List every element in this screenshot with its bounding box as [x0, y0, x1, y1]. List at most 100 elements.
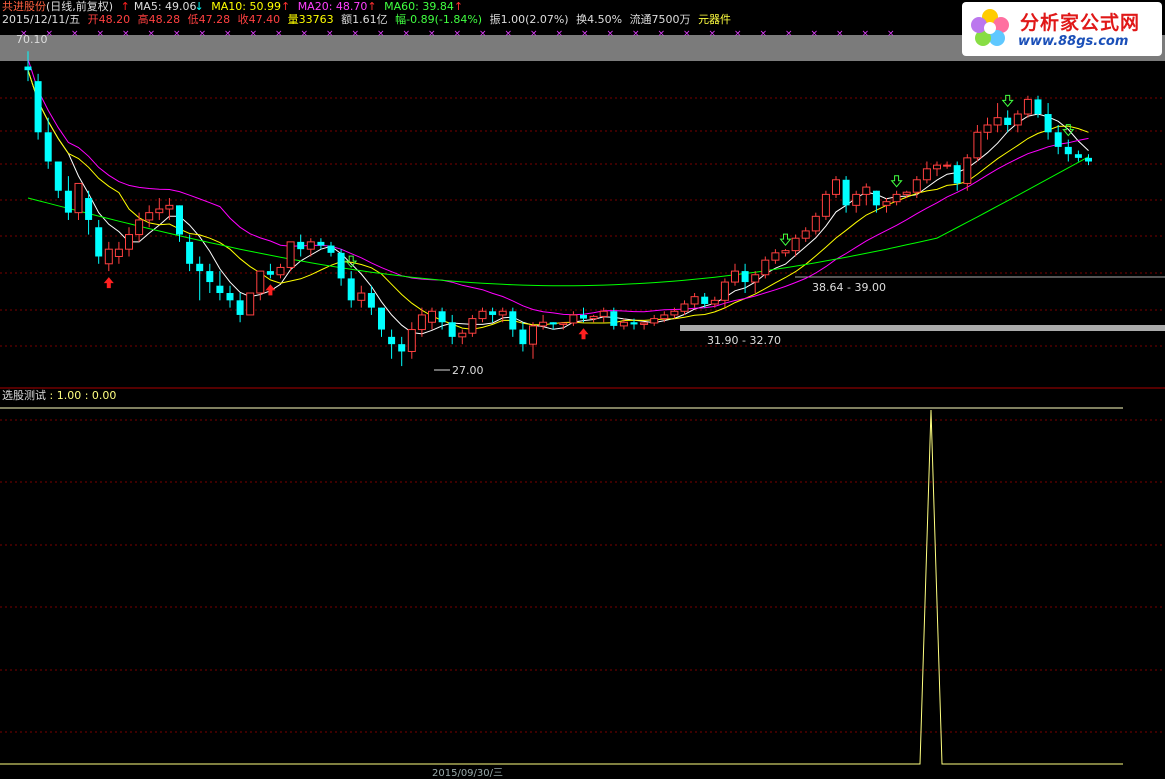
candle-body-up: [771, 252, 780, 261]
candle-body-down: [1044, 114, 1052, 133]
candle-body-down: [236, 300, 244, 315]
candle-body-down: [1064, 146, 1072, 155]
candle-body-up: [811, 215, 820, 232]
candle-body-up: [710, 299, 719, 305]
candle-body-up: [922, 168, 931, 181]
price-top-label: 70.10: [16, 33, 48, 46]
indicator-name[interactable]: 选股测试: [2, 389, 46, 402]
candle-body-down: [297, 241, 305, 250]
candle-body-up: [478, 310, 487, 320]
top-marker: ×: [530, 29, 538, 39]
candle-body-down: [34, 81, 42, 133]
candle-body-down: [448, 322, 456, 337]
red-up-arrow-icon: [265, 284, 276, 296]
top-marker: ×: [734, 29, 742, 39]
candle-body-up: [720, 281, 729, 301]
top-marker: ×: [377, 29, 385, 39]
candle-body-up: [640, 322, 649, 325]
top-marker: ×: [709, 29, 717, 39]
candle-body-down: [398, 344, 406, 352]
candle-body-up: [670, 310, 679, 316]
quote-close: 收47.40: [237, 13, 281, 26]
stock-name[interactable]: 共进股份: [2, 0, 46, 13]
quote-float: 流通7500万: [629, 13, 691, 26]
candle-body-up: [417, 314, 426, 331]
chart-canvas[interactable]: × × × × × × × × × × × × × × × × × × × × × × × × × × × × × × × × × × ×: [0, 0, 1165, 774]
green-down-arrow-icon: [1001, 94, 1014, 108]
candle-body-down: [701, 296, 709, 304]
quote-change: 幅-0.89(-1.84%): [395, 13, 483, 26]
top-marker: ×: [862, 29, 870, 39]
ma60-trend-icon: ↑: [453, 0, 464, 13]
top-marker: ×: [683, 29, 691, 39]
candle-body-down: [196, 263, 204, 272]
signal-up-icon: ↑: [120, 0, 130, 13]
candle-body-up: [1023, 98, 1032, 115]
candle-body-up: [690, 296, 699, 305]
candle-body-up: [529, 325, 537, 345]
green-down-arrow-icon: [890, 175, 903, 188]
candle-body-up: [862, 186, 871, 195]
candle-body-down: [519, 329, 527, 345]
top-marker: ×: [97, 29, 105, 39]
top-marker: ×: [887, 29, 895, 39]
candle-body-up: [852, 193, 861, 206]
candle-body-up: [286, 241, 295, 268]
candle-body-up: [650, 318, 659, 324]
candle-body-up: [751, 274, 760, 283]
quote-amplitude: 振1.00(2.07%): [489, 13, 569, 26]
top-marker: ×: [275, 29, 283, 39]
candle-body-up: [963, 157, 972, 184]
top-marker: ×: [785, 29, 793, 39]
candle-body-down: [438, 311, 446, 323]
ma10-line: [27, 70, 1089, 330]
ma5-trend-icon: ↓: [194, 0, 204, 13]
quote-sector[interactable]: 元器件: [698, 13, 731, 26]
candle-body-down: [1054, 132, 1062, 147]
top-marker: ×: [122, 29, 130, 39]
candle-body-up: [428, 310, 436, 323]
quote-volume: 量33763: [287, 13, 334, 26]
candle-body-up: [660, 314, 669, 320]
top-marker: ×: [607, 29, 615, 39]
indicator-values: : 1.00 : 0.00: [49, 389, 117, 402]
top-marker: ×: [454, 29, 462, 39]
candle-body-down: [489, 311, 497, 315]
candle-body-down: [327, 245, 335, 253]
stock-chart-app: × × × × × × × × × × × × × × × × × × × × × × × × × × × × × × × × × × × 共进股份…: [0, 0, 1165, 779]
candle-body-down: [216, 285, 224, 294]
price-low-label: 27.00: [452, 364, 484, 377]
top-marker: ×: [632, 29, 640, 39]
site-logo: 分析家公式网 www.88gs.com: [962, 2, 1162, 56]
candle-body-down: [610, 311, 618, 326]
top-marker: ×: [71, 29, 79, 39]
candle-body-up: [821, 193, 830, 217]
candle-body-up: [498, 310, 507, 316]
candle-body-down: [741, 271, 749, 283]
candle-body-up: [599, 310, 608, 317]
quote-high: 高48.28: [137, 13, 181, 26]
candle-body-down: [953, 165, 961, 184]
candle-body-up: [882, 201, 891, 206]
quote-amount: 额1.61亿: [341, 13, 388, 26]
top-marker: ×: [556, 29, 564, 39]
top-marker: ×: [811, 29, 819, 39]
candle-body-up: [993, 117, 1002, 126]
candle-body-up: [135, 219, 144, 236]
candle-body-down: [630, 322, 638, 325]
chart-period: (日线,前复权): [46, 0, 114, 13]
candle-body-down: [64, 190, 72, 213]
candle-body-up: [306, 241, 315, 250]
top-marker: ×: [352, 29, 360, 39]
top-marker: ×: [836, 29, 844, 39]
quote-date: 2015/12/11/五: [2, 13, 81, 26]
candle-body-down: [1004, 117, 1012, 125]
ma60-value: MA60: 39.84: [384, 0, 454, 13]
candle-body-up: [357, 292, 366, 301]
candle-body-up: [892, 193, 901, 203]
top-marker: ×: [148, 29, 156, 39]
candle-body-up: [832, 179, 840, 195]
candle-body-up: [104, 248, 113, 265]
candle-body-down: [85, 198, 93, 220]
candle-body-up: [1013, 113, 1022, 126]
